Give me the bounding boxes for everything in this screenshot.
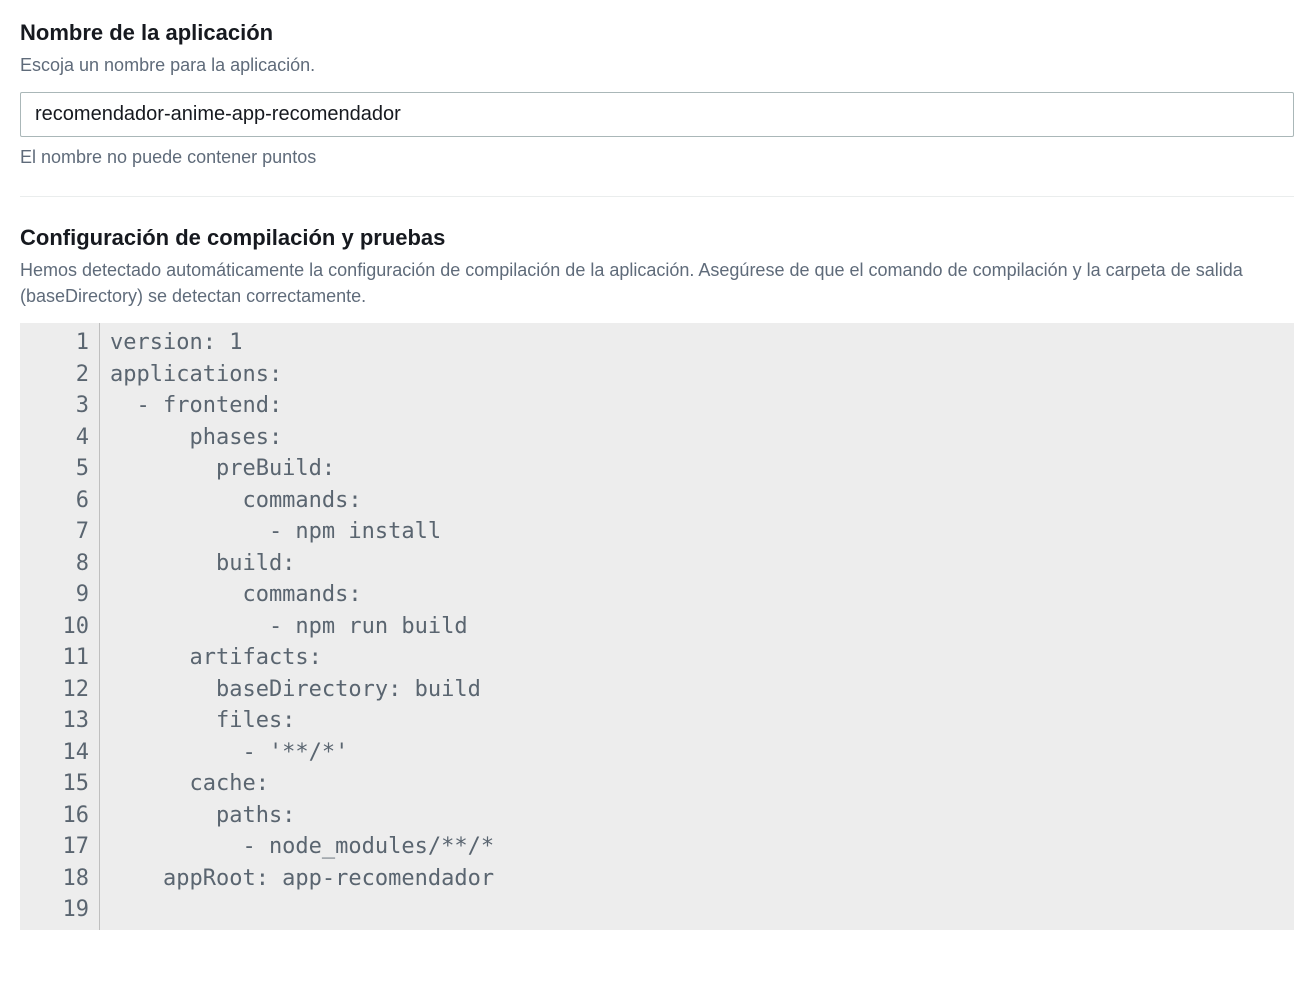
line-number: 5	[28, 453, 89, 485]
line-number: 8	[28, 548, 89, 580]
line-number: 3	[28, 390, 89, 422]
line-number: 15	[28, 768, 89, 800]
build-config-title: Configuración de compilación y pruebas	[20, 225, 1294, 251]
app-name-helper: El nombre no puede contener puntos	[20, 147, 1294, 168]
line-number: 11	[28, 642, 89, 674]
line-number: 7	[28, 516, 89, 548]
app-name-input[interactable]	[20, 92, 1294, 137]
line-number: 17	[28, 831, 89, 863]
app-name-subtitle: Escoja un nombre para la aplicación.	[20, 52, 1294, 78]
code-editor[interactable]: 12345678910111213141516171819 version: 1…	[20, 323, 1294, 930]
line-number: 19	[28, 894, 89, 926]
line-number: 10	[28, 611, 89, 643]
line-number: 14	[28, 737, 89, 769]
code-gutter: 12345678910111213141516171819	[20, 323, 100, 930]
line-number: 1	[28, 327, 89, 359]
app-name-section: Nombre de la aplicación Escoja un nombre…	[20, 20, 1294, 168]
build-config-subtitle: Hemos detectado automáticamente la confi…	[20, 257, 1294, 309]
line-number: 13	[28, 705, 89, 737]
line-number: 9	[28, 579, 89, 611]
line-number: 18	[28, 863, 89, 895]
section-divider	[20, 196, 1294, 197]
app-name-title: Nombre de la aplicación	[20, 20, 1294, 46]
build-config-section: Configuración de compilación y pruebas H…	[20, 225, 1294, 930]
line-number: 16	[28, 800, 89, 832]
code-content[interactable]: version: 1 applications: - frontend: pha…	[100, 323, 1294, 930]
line-number: 12	[28, 674, 89, 706]
line-number: 4	[28, 422, 89, 454]
line-number: 2	[28, 359, 89, 391]
line-number: 6	[28, 485, 89, 517]
